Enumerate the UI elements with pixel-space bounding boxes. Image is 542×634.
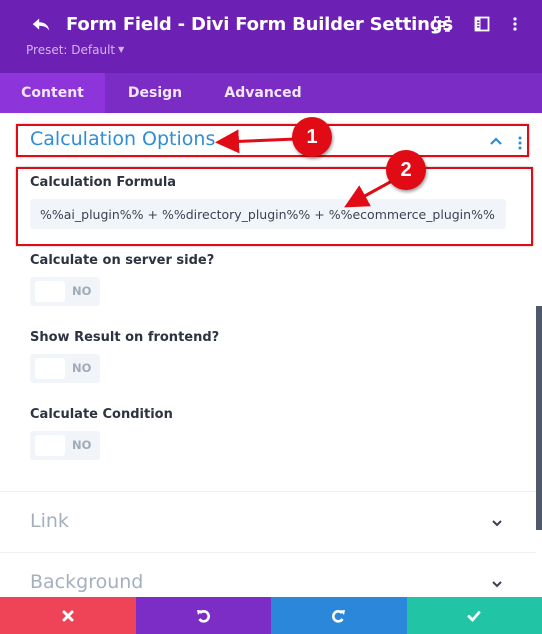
settings-header: Form Field - Divi Form Builder Settings …	[0, 0, 542, 73]
preset-label: Preset: Default	[26, 43, 116, 57]
divider	[0, 552, 536, 553]
show-result-label: Show Result on frontend?	[30, 330, 220, 345]
toggle-state: NO	[72, 284, 92, 298]
annotation-box-2	[16, 167, 533, 246]
redo-button[interactable]	[271, 597, 407, 634]
cancel-button[interactable]	[0, 597, 136, 634]
toggle-knob	[35, 435, 65, 456]
focus-mode-icon[interactable]	[434, 16, 450, 32]
settings-tabs: Content Design Advanced	[0, 73, 542, 113]
check-icon	[467, 610, 481, 622]
tab-advanced[interactable]: Advanced	[214, 73, 312, 113]
server-side-toggle[interactable]: NO	[30, 277, 100, 306]
back-icon[interactable]	[30, 14, 52, 36]
annotation-badge-2: 2	[386, 150, 426, 190]
scrollbar-thumb[interactable]	[536, 306, 542, 530]
toggle-knob	[35, 358, 65, 379]
chevron-down-icon[interactable]	[491, 580, 503, 588]
caret-down-icon: ▼	[118, 45, 125, 54]
toggle-state: NO	[72, 438, 92, 452]
server-side-label: Calculate on server side?	[30, 253, 215, 268]
tab-content[interactable]: Content	[0, 73, 105, 113]
more-options-icon[interactable]	[507, 16, 523, 32]
show-result-toggle[interactable]: NO	[30, 354, 100, 383]
preset-selector[interactable]: Preset: Default ▼	[26, 43, 124, 57]
divider	[0, 491, 536, 492]
calculate-condition-label: Calculate Condition	[30, 407, 173, 422]
annotation-badge-1: 1	[292, 117, 332, 157]
close-icon	[62, 610, 74, 621]
annotation-box-1	[16, 124, 529, 157]
group-title-link[interactable]: Link	[30, 510, 69, 532]
tab-design[interactable]: Design	[114, 73, 196, 113]
toggle-state: NO	[72, 361, 92, 375]
undo-icon	[197, 609, 211, 623]
undo-button[interactable]	[135, 597, 271, 634]
split-view-icon[interactable]	[474, 16, 490, 32]
toggle-knob	[35, 281, 65, 302]
chevron-down-icon[interactable]	[491, 519, 503, 527]
footer-actions	[0, 597, 542, 634]
panel-title: Form Field - Divi Form Builder Settings	[66, 14, 453, 35]
redo-icon	[331, 609, 345, 623]
group-title-background[interactable]: Background	[30, 571, 143, 593]
save-button[interactable]	[406, 597, 542, 634]
calculate-condition-toggle[interactable]: NO	[30, 431, 100, 460]
